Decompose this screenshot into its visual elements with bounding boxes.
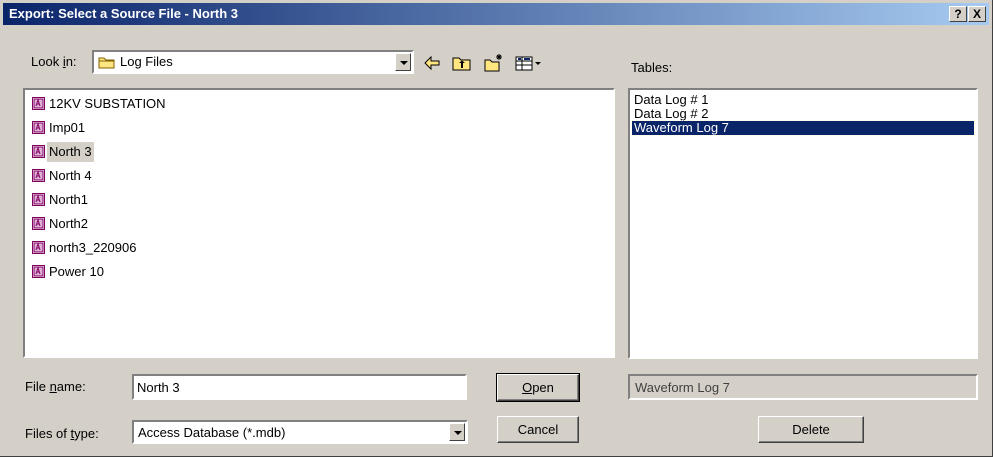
table-row-selected[interactable]: Waveform Log 7 [631,120,975,136]
help-button[interactable]: ? [949,6,967,22]
view-menu-icon[interactable] [514,53,544,73]
database-file-icon [32,121,45,134]
file-name-label: File name: [25,379,86,394]
file-type-dropdown-button[interactable] [449,423,465,441]
database-file-icon [32,97,45,110]
database-file-icon [32,217,45,230]
file-type-label: Files of type: [25,426,99,441]
selected-table-field: Waveform Log 7 [628,374,978,400]
window-title: Export: Select a Source File - North 3 [9,6,238,21]
table-row[interactable]: Data Log # 1 [632,93,974,107]
up-folder-icon[interactable] [451,53,473,73]
file-name-input[interactable]: North 3 [132,374,467,400]
title-bar[interactable]: Export: Select a Source File - North 3 ?… [3,3,989,25]
folder-icon [98,54,116,73]
look-in-dropdown-button[interactable] [395,53,411,71]
look-in-combo[interactable]: Log Files [92,50,414,74]
selected-table-value: Waveform Log 7 [635,380,730,395]
open-button[interactable]: Open [496,373,580,402]
database-file-icon [32,193,45,206]
tables-label: Tables: [631,60,673,75]
delete-button[interactable]: Delete [758,416,864,443]
cancel-button[interactable]: Cancel [497,416,579,443]
database-file-icon [32,145,45,158]
look-in-value: Log Files [120,54,173,69]
export-dialog: Export: Select a Source File - North 3 ?… [0,0,993,457]
table-row[interactable]: Data Log # 2 [632,107,974,121]
tables-list[interactable]: Data Log # 1 Data Log # 2 Waveform Log 7 [628,88,978,359]
file-type-value: Access Database (*.mdb) [138,425,286,440]
database-file-icon [32,265,45,278]
look-in-label: Look in: [31,54,77,69]
new-folder-icon[interactable] [483,53,505,73]
database-file-icon [32,241,45,254]
close-button[interactable]: X [968,6,986,22]
database-file-icon [32,169,45,182]
file-list[interactable]: 12KV SUBSTATION Imp01 North 3 North 4 No… [23,88,615,358]
back-icon[interactable] [421,53,443,73]
file-name-value: North 3 [137,380,180,395]
file-type-combo[interactable]: Access Database (*.mdb) [132,420,468,444]
